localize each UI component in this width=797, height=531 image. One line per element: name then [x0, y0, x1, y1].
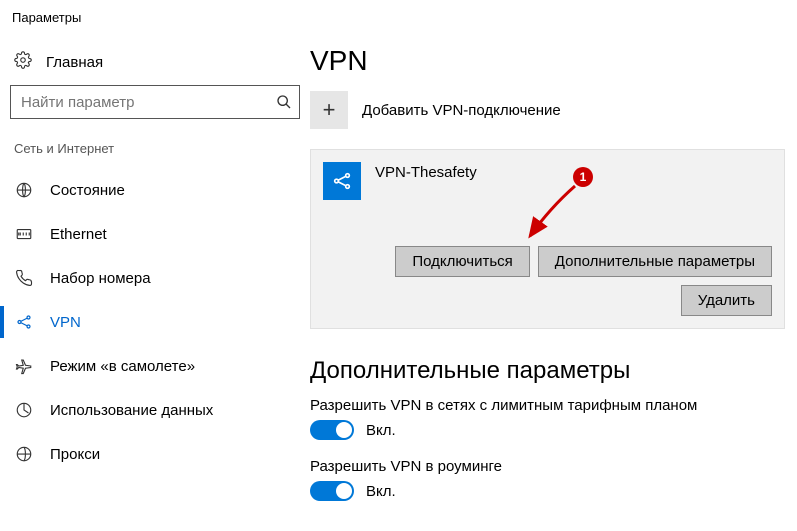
sidebar-item-label: Использование данных — [50, 402, 213, 419]
vpn-connection-icon — [323, 162, 361, 200]
sidebar-item-ethernet[interactable]: Ethernet — [10, 212, 300, 256]
sidebar-item-label: Режим «в самолете» — [50, 358, 195, 375]
search-input[interactable] — [10, 85, 300, 119]
gear-icon — [14, 51, 32, 73]
annotation-badge-1: 1 — [573, 167, 593, 187]
sidebar-item-label: Набор номера — [50, 270, 151, 287]
setting-roaming-state: Вкл. — [366, 483, 396, 500]
setting-metered-toggle[interactable] — [310, 420, 354, 440]
add-vpn-label: Добавить VPN-подключение — [362, 102, 561, 119]
search-icon — [269, 94, 299, 110]
sidebar-item-vpn[interactable]: VPN — [10, 300, 300, 344]
sidebar-item-dialup[interactable]: Набор номера — [10, 256, 300, 300]
proxy-icon — [14, 445, 34, 463]
airplane-icon — [14, 357, 34, 375]
page-title: VPN — [310, 45, 785, 77]
app-title: Параметры — [0, 0, 797, 31]
sidebar-item-proxy[interactable]: Прокси — [10, 432, 300, 476]
sidebar-item-datausage[interactable]: Использование данных — [10, 388, 300, 432]
nav-group-header: Сеть и Интернет — [14, 141, 300, 156]
sidebar-item-label: Прокси — [50, 446, 100, 463]
sidebar-home[interactable]: Главная — [10, 45, 300, 85]
vpn-connection-name: VPN-Thesafety — [375, 162, 477, 181]
sidebar-item-airplane[interactable]: Режим «в самолете» — [10, 344, 300, 388]
dialup-icon — [14, 269, 34, 287]
data-usage-icon — [14, 401, 34, 419]
ethernet-icon — [14, 225, 34, 243]
sidebar-home-label: Главная — [46, 54, 103, 71]
sidebar: Главная Сеть и Интернет Состояние Ethern… — [0, 31, 310, 530]
sidebar-item-status[interactable]: Состояние — [10, 168, 300, 212]
sidebar-item-label: Ethernet — [50, 226, 107, 243]
sidebar-item-label: VPN — [50, 314, 81, 331]
setting-metered-label: Разрешить VPN в сетях с лимитным тарифны… — [310, 397, 785, 414]
extra-section-title: Дополнительные параметры — [310, 357, 785, 385]
setting-metered-state: Вкл. — [366, 422, 396, 439]
add-vpn-row[interactable]: + Добавить VPN-подключение — [310, 91, 785, 129]
connect-button[interactable]: Подключиться — [395, 246, 529, 277]
status-icon — [14, 181, 34, 199]
vpn-icon — [14, 313, 34, 331]
plus-icon: + — [310, 91, 348, 129]
sidebar-item-label: Состояние — [50, 182, 125, 199]
content: VPN + Добавить VPN-подключение VPN-Thesa… — [310, 31, 797, 530]
setting-roaming-label: Разрешить VPN в роуминге — [310, 458, 785, 475]
delete-button[interactable]: Удалить — [681, 285, 772, 316]
advanced-params-button[interactable]: Дополнительные параметры — [538, 246, 772, 277]
search-field[interactable] — [11, 94, 269, 111]
vpn-connection-card[interactable]: VPN-Thesafety Подключиться Дополнительны… — [310, 149, 785, 329]
setting-roaming-toggle[interactable] — [310, 481, 354, 501]
